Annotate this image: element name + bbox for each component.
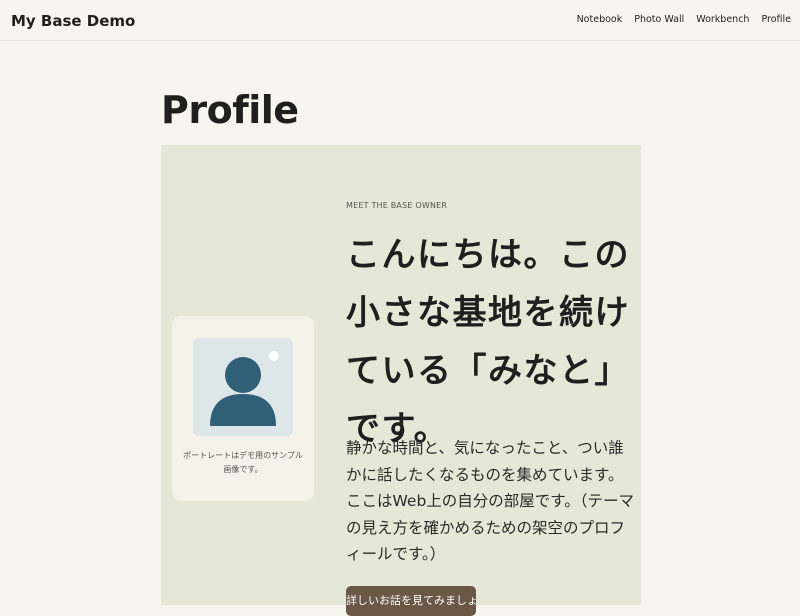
nav-item-notebook[interactable]: Notebook [577, 14, 623, 26]
eyebrow-label: MEET THE BASE OWNER [346, 201, 448, 210]
portrait-caption: ポートレートはデモ用のサンプル画像です。 [183, 451, 303, 474]
nav-item-profile[interactable]: Profile [761, 14, 791, 26]
profile-hero: ポートレートはデモ用のサンプル画像です。 MEET THE BASE OWNER… [161, 145, 641, 616]
portrait-image [193, 338, 293, 436]
avatar-head [225, 357, 261, 393]
nav-item-photo-wall[interactable]: Photo Wall [634, 14, 684, 26]
avatar-body [210, 394, 276, 426]
page-title: Profile [161, 88, 299, 132]
main-nav: Notebook Photo Wall Workbench Profile [577, 14, 791, 26]
top-bar: My Base Demo Notebook Photo Wall Workben… [0, 0, 800, 41]
light-dot [269, 351, 279, 361]
nav-item-workbench[interactable]: Workbench [696, 14, 749, 26]
profile-headline: こんにちは。この小さな基地を続けている「みなと」です。 [346, 235, 630, 449]
profile-intro: 静かな時間と、気になったこと、つい誰かに話したくなるものを集めています。ここはW… [346, 439, 634, 563]
portrait-card: ポートレートはデモ用のサンプル画像です。 [172, 316, 314, 501]
person-icon [210, 351, 279, 426]
site-title[interactable]: My Base Demo [11, 12, 135, 30]
read-more-button[interactable]: 詳しいお話を見てみましょう [346, 586, 476, 616]
